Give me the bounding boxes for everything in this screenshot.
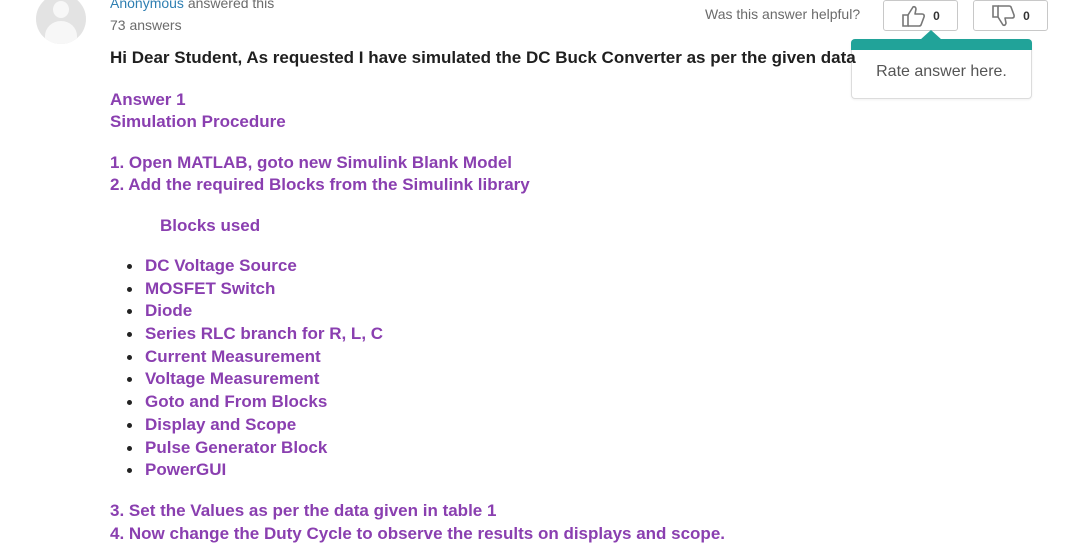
- list-item: MOSFET Switch: [126, 279, 383, 302]
- step-2: 2. Add the required Blocks from the Simu…: [110, 175, 530, 194]
- upvote-button[interactable]: 0: [883, 0, 958, 31]
- list-item: PowerGUI: [126, 460, 383, 483]
- author-action: answered this: [183, 0, 275, 11]
- step-4: 4. Now change the Duty Cycle to observe …: [110, 524, 725, 543]
- avatar-head-shape: [53, 1, 69, 18]
- answers-count: 73 answers: [110, 17, 182, 33]
- list-item: Display and Scope: [126, 415, 383, 438]
- list-item: DC Voltage Source: [126, 256, 383, 279]
- tooltip-accent-bar: [851, 39, 1032, 50]
- avatar[interactable]: [36, 0, 86, 44]
- rate-answer-tooltip: Rate answer here.: [851, 30, 1032, 99]
- list-item: Goto and From Blocks: [126, 392, 383, 415]
- blocks-list: DC Voltage Source MOSFET Switch Diode Se…: [126, 256, 383, 483]
- list-item: Voltage Measurement: [126, 369, 383, 392]
- tooltip-text: Rate answer here.: [876, 63, 1007, 80]
- author-line: Anonymous answered this: [110, 0, 274, 11]
- answer-subheading: Simulation Procedure: [110, 112, 286, 131]
- downvote-button[interactable]: 0: [973, 0, 1048, 31]
- blocks-title: Blocks used: [160, 216, 261, 235]
- list-item: Series RLC branch for R, L, C: [126, 324, 383, 347]
- list-item: Diode: [126, 301, 383, 324]
- avatar-body-shape: [45, 21, 77, 44]
- step-1: 1. Open MATLAB, goto new Simulink Blank …: [110, 153, 513, 172]
- answer-heading: Answer 1: [110, 90, 186, 109]
- step-3: 3. Set the Values as per the data given …: [110, 501, 497, 520]
- author-name-link[interactable]: Anonymous: [110, 0, 184, 11]
- answer-intro: Hi Dear Student, As requested I have sim…: [110, 48, 856, 67]
- list-item: Current Measurement: [126, 347, 383, 370]
- list-item: Pulse Generator Block: [126, 438, 383, 461]
- upvote-count: 0: [933, 8, 940, 23]
- helpful-question: Was this answer helpful?: [705, 6, 861, 22]
- thumbs-down-icon: [992, 4, 1016, 26]
- downvote-count: 0: [1023, 8, 1030, 23]
- thumbs-up-icon: [902, 5, 926, 27]
